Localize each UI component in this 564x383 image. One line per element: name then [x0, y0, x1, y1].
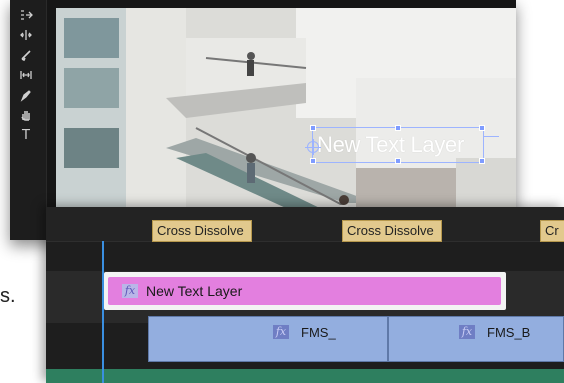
graphic-clip[interactable]: fx New Text Layer — [104, 272, 506, 310]
anchor-point-icon[interactable] — [305, 139, 321, 155]
audio-track-waveform[interactable] — [46, 369, 564, 383]
cross-dissolve-transition[interactable]: Cr — [540, 220, 564, 242]
track-select-icon[interactable] — [15, 6, 37, 24]
resize-handle[interactable] — [479, 125, 485, 131]
resize-handle[interactable] — [395, 125, 401, 131]
ripple-edit-icon[interactable] — [15, 26, 37, 44]
resize-handle[interactable] — [395, 158, 401, 164]
cross-dissolve-transition[interactable]: Cross Dissolve — [152, 220, 252, 242]
program-monitor: T New Text Layer — [10, 0, 516, 240]
resize-handle[interactable] — [310, 125, 316, 131]
razor-icon[interactable] — [15, 46, 37, 64]
type-icon[interactable]: T — [15, 126, 37, 144]
fx-icon: fx — [273, 325, 289, 339]
timeline-ruler[interactable] — [46, 207, 564, 242]
hand-icon[interactable] — [15, 106, 37, 124]
atrium-video-image — [56, 8, 516, 240]
clip-label: FMS_B — [487, 325, 531, 340]
video-clip[interactable]: fx FMS_ — [148, 316, 388, 362]
fx-icon: fx — [122, 284, 138, 298]
timeline-panel: fx New Text Layer fx FMS_ fx FMS_B Cross… — [46, 207, 564, 383]
video-clip[interactable]: fx FMS_B — [388, 316, 564, 362]
slip-icon[interactable] — [15, 66, 37, 84]
fx-icon: fx — [459, 325, 475, 339]
background-text-fragment: s. — [0, 285, 16, 307]
graphic-clip-body[interactable]: fx New Text Layer — [108, 277, 501, 305]
resize-handle[interactable] — [479, 158, 485, 164]
clip-label: FMS_ — [301, 325, 336, 340]
text-layer-text[interactable]: New Text Layer — [317, 132, 464, 158]
pen-icon[interactable] — [15, 86, 37, 104]
program-video-frame[interactable]: New Text Layer — [56, 8, 516, 240]
tools-panel: T — [10, 0, 47, 240]
playhead[interactable] — [102, 241, 104, 383]
rotation-handle[interactable] — [483, 136, 499, 137]
resize-handle[interactable] — [310, 158, 316, 164]
graphic-clip-label: New Text Layer — [146, 283, 243, 299]
text-layer-bounding-box[interactable]: New Text Layer — [305, 125, 499, 164]
cross-dissolve-transition[interactable]: Cross Dissolve — [342, 220, 442, 242]
